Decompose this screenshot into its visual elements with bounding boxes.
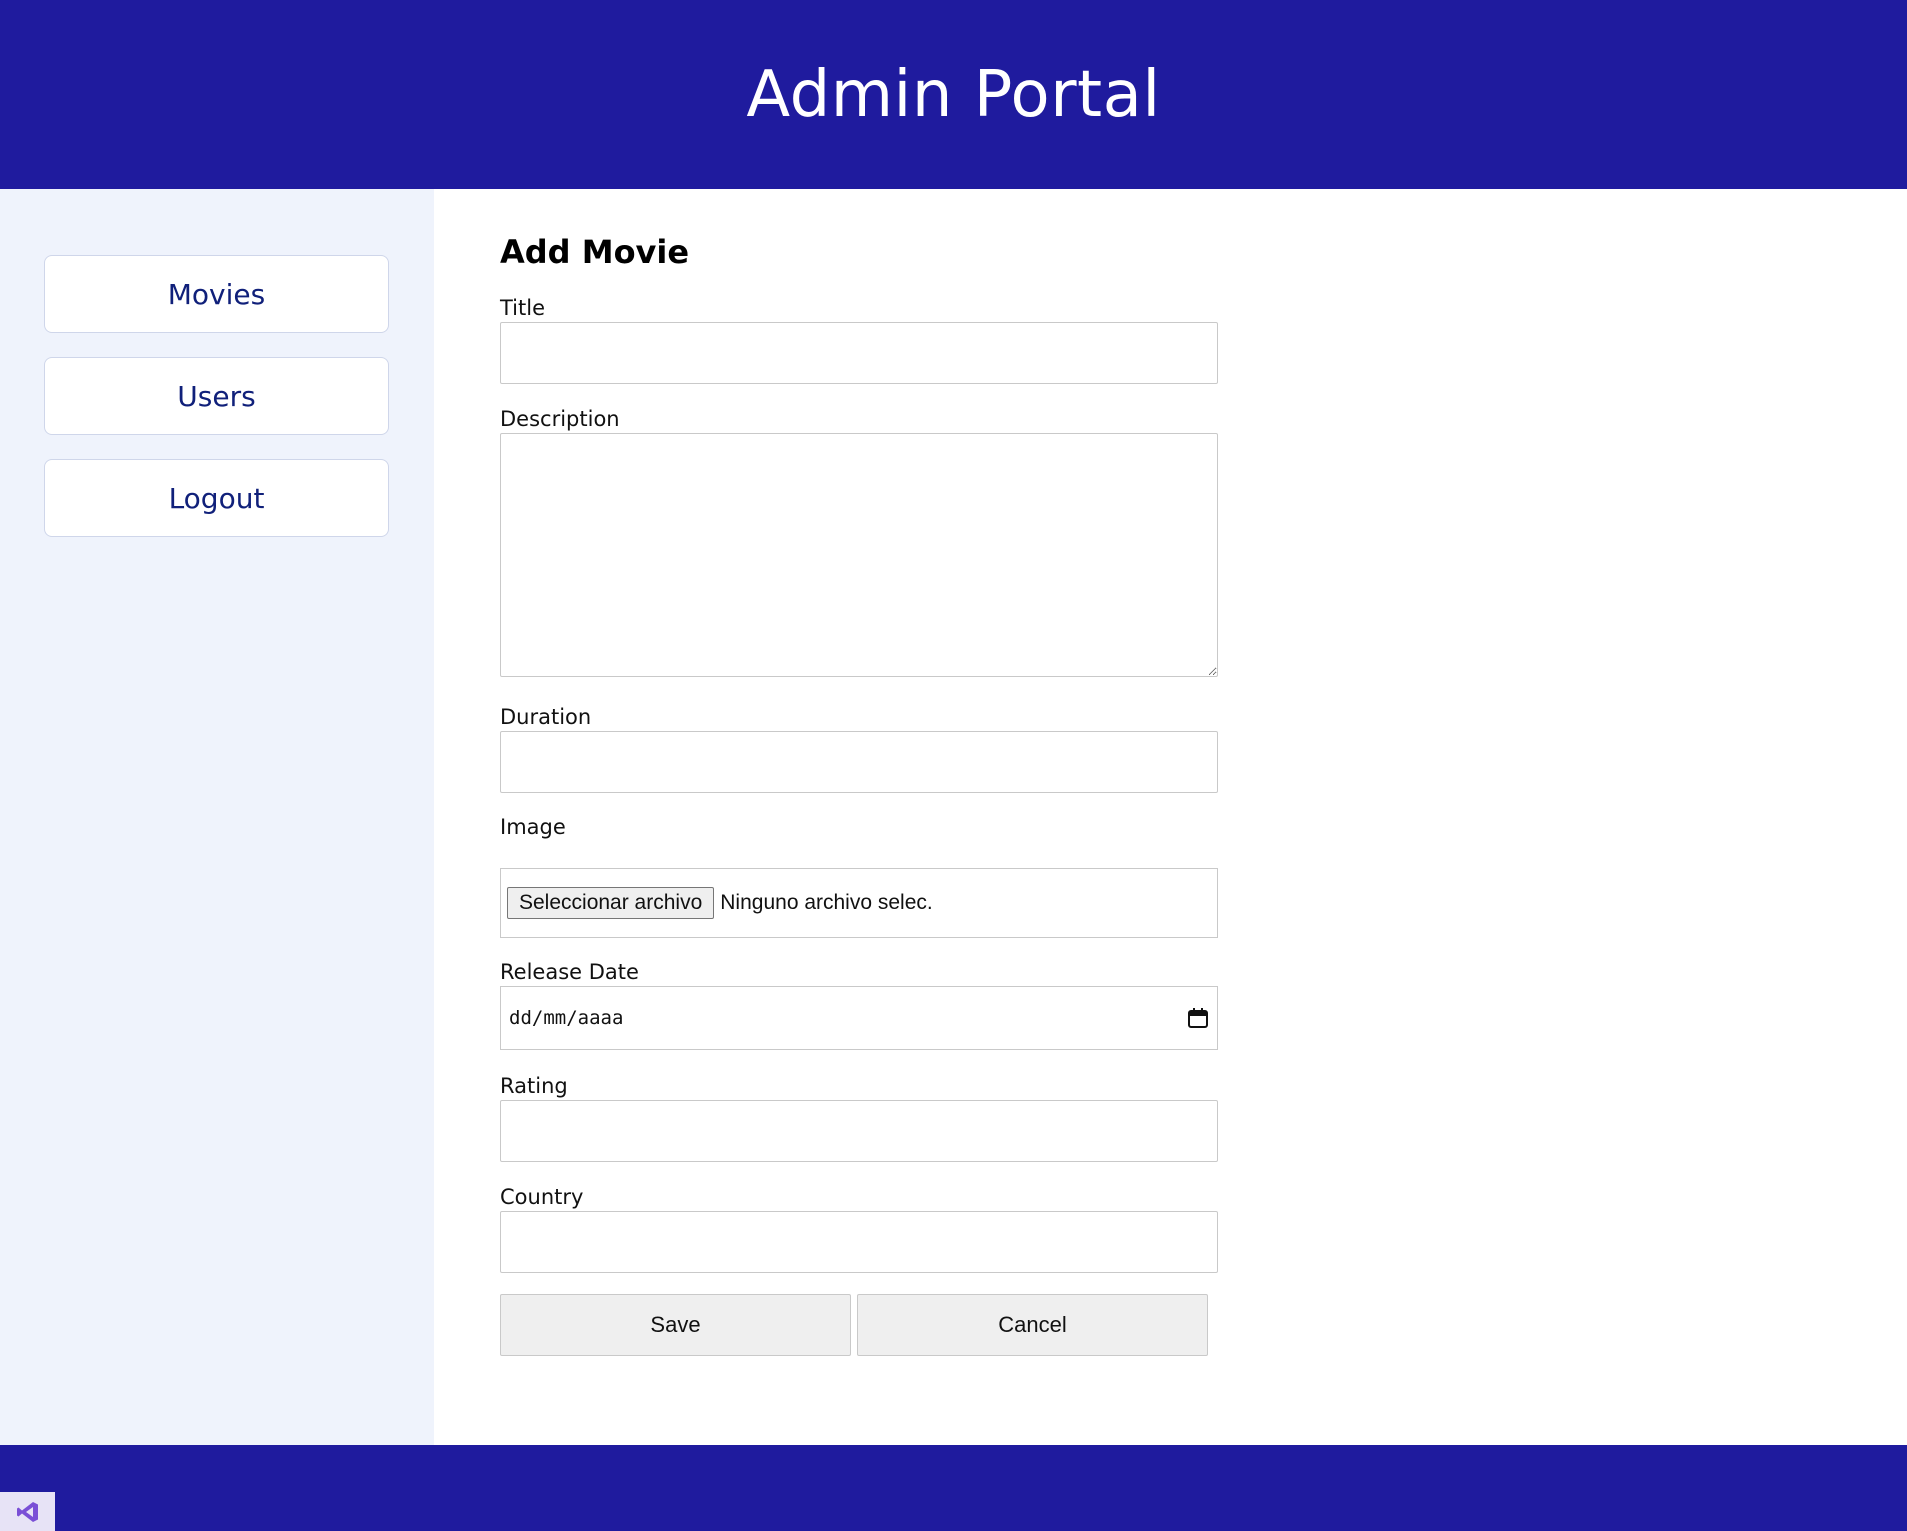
file-status-text: Ninguno archivo selec.: [720, 891, 933, 914]
sidebar-item-users[interactable]: Users: [44, 357, 389, 435]
country-input[interactable]: [500, 1211, 1218, 1273]
sidebar: Movies Users Logout: [0, 189, 434, 1445]
visual-studio-icon[interactable]: [0, 1492, 55, 1531]
release-date-label: Release Date: [500, 960, 639, 984]
app-footer: [0, 1445, 1907, 1531]
description-label: Description: [500, 407, 620, 431]
main-content: Add Movie Title Description Duration Ima…: [434, 189, 1907, 1445]
release-date-placeholder: dd/mm/aaaa: [509, 1007, 624, 1029]
app-title: Admin Portal: [746, 57, 1161, 132]
calendar-icon[interactable]: [1187, 1007, 1209, 1029]
rating-label: Rating: [500, 1074, 568, 1098]
title-label: Title: [500, 296, 546, 320]
save-button[interactable]: Save: [500, 1294, 851, 1356]
rating-input[interactable]: [500, 1100, 1218, 1162]
choose-file-button[interactable]: Seleccionar archivo: [507, 887, 715, 919]
app-header: Admin Portal: [0, 0, 1907, 189]
description-textarea[interactable]: [500, 433, 1218, 677]
country-label: Country: [500, 1185, 584, 1209]
release-date-input[interactable]: dd/mm/aaaa: [500, 986, 1218, 1050]
sidebar-item-movies[interactable]: Movies: [44, 255, 389, 333]
sidebar-item-logout[interactable]: Logout: [44, 459, 389, 537]
duration-label: Duration: [500, 705, 592, 729]
image-label: Image: [500, 815, 566, 839]
cancel-button[interactable]: Cancel: [857, 1294, 1208, 1356]
duration-input[interactable]: [500, 731, 1218, 793]
title-input[interactable]: [500, 322, 1218, 384]
image-file-input: Seleccionar archivo Ninguno archivo sele…: [500, 868, 1218, 938]
form-title: Add Movie: [500, 233, 690, 271]
